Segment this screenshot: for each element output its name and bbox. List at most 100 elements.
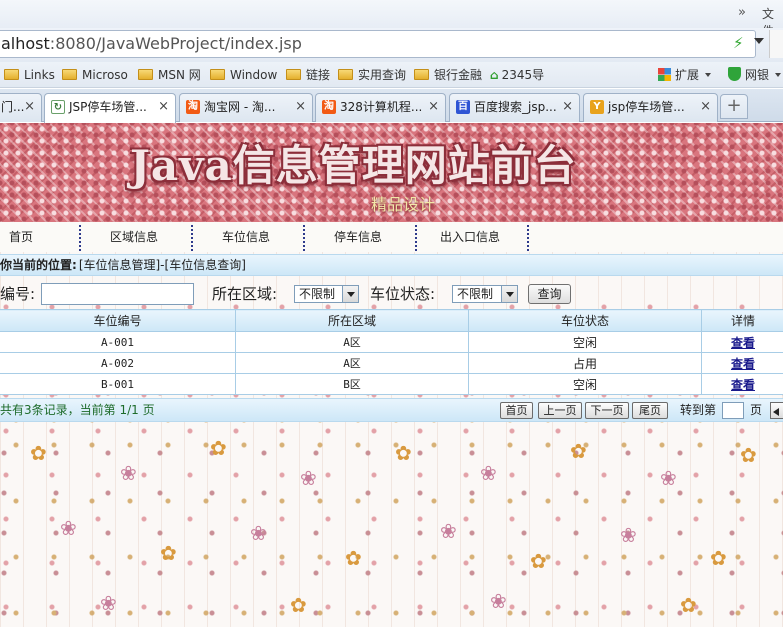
extensions-label: 扩展	[675, 68, 700, 82]
nav-home[interactable]: 首页	[9, 222, 33, 252]
folder-icon	[286, 69, 301, 80]
state-selected-value: 不限制	[457, 287, 494, 301]
state-select[interactable]: 不限制	[452, 285, 518, 303]
flower-icon: ✿	[160, 541, 177, 565]
banner-subtitle: 精品设计	[371, 195, 436, 214]
more-chevron-icon[interactable]: »	[738, 5, 746, 20]
flower-icon: ✿	[530, 549, 547, 573]
nav-gate-info[interactable]: 出入口信息	[440, 222, 500, 252]
nav-divider	[415, 225, 417, 251]
tab-label: 328计算机程...	[340, 100, 423, 114]
extensions-button[interactable]: 扩展	[658, 66, 712, 84]
bookmark-2345[interactable]: ⌂ 2345导	[490, 66, 544, 84]
code-input[interactable]	[41, 283, 194, 305]
flower-icon: ✿	[345, 546, 362, 570]
cell-space-code: A-002	[0, 352, 236, 374]
bookmark-msn[interactable]: MSN 网	[138, 66, 201, 84]
folder-icon	[4, 69, 19, 80]
next-page-button[interactable]: 下一页	[585, 402, 629, 419]
close-icon[interactable]: ×	[295, 94, 306, 120]
bookmark-windows[interactable]: Window	[210, 66, 277, 84]
address-dropdown-icon[interactable]	[754, 38, 764, 44]
query-button[interactable]: 查询	[528, 284, 571, 304]
flower-icon: ✿	[570, 439, 587, 463]
bookmark-bank-finance[interactable]: 银行金融	[414, 66, 482, 84]
tab-1-active[interactable]: ↻ JSP停车场管... ×	[44, 93, 176, 123]
tab-3[interactable]: 淘 328计算机程... ×	[315, 93, 446, 122]
close-icon[interactable]: ×	[158, 94, 169, 120]
shield-icon	[728, 67, 741, 81]
bookmark-links[interactable]: Links	[4, 66, 55, 84]
go-arrow-icon[interactable]	[770, 402, 783, 419]
bookmark-practical-query[interactable]: 实用查询	[338, 66, 406, 84]
breadcrumb-path: [车位信息管理]-[车位信息查询]	[78, 258, 246, 272]
results-table: 车位编号 所在区域 车位状态 详情 A-001 A区 空闲 查看 A-002 A…	[0, 309, 783, 395]
new-tab-button[interactable]: +	[720, 94, 748, 119]
tab-5[interactable]: Y jsp停车场管... ×	[583, 93, 718, 122]
table-row: A-002 A区 占用 查看	[0, 352, 783, 374]
folder-icon	[338, 69, 353, 80]
nav-divider	[191, 225, 193, 251]
bookmark-label: 链接	[306, 68, 331, 82]
address-bar[interactable]: alhost:8080/JavaWebProject/index.jsp	[0, 30, 756, 58]
web-page: Java信息管理网站前台 精品设计 首页 区域信息 车位信息 停车信息 出入口信…	[0, 123, 783, 627]
flower-icon: ❀	[300, 466, 317, 490]
view-link[interactable]: 查看	[731, 336, 755, 350]
close-icon[interactable]: ×	[24, 94, 35, 120]
cell-area: A区	[235, 331, 469, 353]
flower-icon: ❀	[440, 519, 457, 543]
folder-icon	[62, 69, 77, 80]
nav-parking-info[interactable]: 停车信息	[334, 222, 382, 252]
bookmark-label: Window	[230, 68, 278, 82]
chevron-down-icon	[342, 286, 358, 302]
cell-space-code: B-001	[0, 373, 236, 395]
address-side-button[interactable]	[769, 30, 783, 58]
folder-icon	[210, 69, 225, 80]
cell-space-code: A-001	[0, 331, 236, 353]
last-page-button[interactable]: 尾页	[632, 402, 668, 419]
area-selected-value: 不限制	[299, 287, 336, 301]
house-icon: ⌂	[490, 68, 499, 82]
breadcrumb-label: 你当前的位置:	[0, 258, 77, 272]
extensions-icon	[658, 68, 671, 81]
tab-2[interactable]: 淘 淘宝网 - 淘... ×	[179, 93, 313, 122]
flower-icon: ✿	[740, 443, 757, 467]
view-link[interactable]: 查看	[731, 378, 755, 392]
close-icon[interactable]: ×	[562, 94, 573, 120]
tab-label: JSP停车场管...	[69, 100, 147, 114]
site-banner: Java信息管理网站前台 精品设计	[0, 123, 783, 222]
nav-divider	[79, 225, 81, 251]
cell-state: 占用	[468, 352, 702, 374]
folder-icon	[414, 69, 429, 80]
flower-icon: ❀	[250, 521, 267, 545]
speed-mode-icon[interactable]: ⚡	[733, 34, 744, 52]
cell-state: 空闲	[468, 373, 702, 395]
area-select[interactable]: 不限制	[294, 285, 359, 303]
nav-space-info[interactable]: 车位信息	[222, 222, 270, 252]
cell-detail: 查看	[701, 373, 783, 395]
table-row: A-001 A区 空闲 查看	[0, 331, 783, 353]
nav-divider	[527, 225, 529, 251]
netbank-button[interactable]: 网银	[728, 66, 782, 84]
results-table-wrap: 车位编号 所在区域 车位状态 详情 A-001 A区 空闲 查看 A-002 A…	[0, 309, 783, 395]
nav-area-info[interactable]: 区域信息	[110, 222, 158, 252]
bookmark-links-cn[interactable]: 链接	[286, 66, 330, 84]
bookmark-label: MSN 网	[158, 68, 201, 82]
prev-page-button[interactable]: 上一页	[538, 402, 582, 419]
tab-0[interactable]: 门... ×	[0, 93, 42, 122]
flower-icon: ❀	[490, 589, 507, 613]
cell-state: 空闲	[468, 331, 702, 353]
netbank-label: 网银	[745, 68, 770, 82]
bookmark-microsoft[interactable]: Microso	[62, 66, 128, 84]
first-page-button[interactable]: 首页	[500, 402, 533, 419]
tab-label: jsp停车场管...	[608, 100, 685, 114]
close-icon[interactable]: ×	[700, 94, 711, 120]
url-path: :8080/JavaWebProject/index.jsp	[49, 34, 302, 53]
tab-4[interactable]: 百 百度搜索_jsp... ×	[449, 93, 580, 122]
close-icon[interactable]: ×	[428, 94, 439, 120]
folder-icon	[138, 69, 153, 80]
page-suffix: 页	[750, 403, 763, 417]
view-link[interactable]: 查看	[731, 357, 755, 371]
goto-page-input[interactable]	[722, 402, 744, 419]
address-row: alhost:8080/JavaWebProject/index.jsp ⚡	[0, 28, 783, 62]
